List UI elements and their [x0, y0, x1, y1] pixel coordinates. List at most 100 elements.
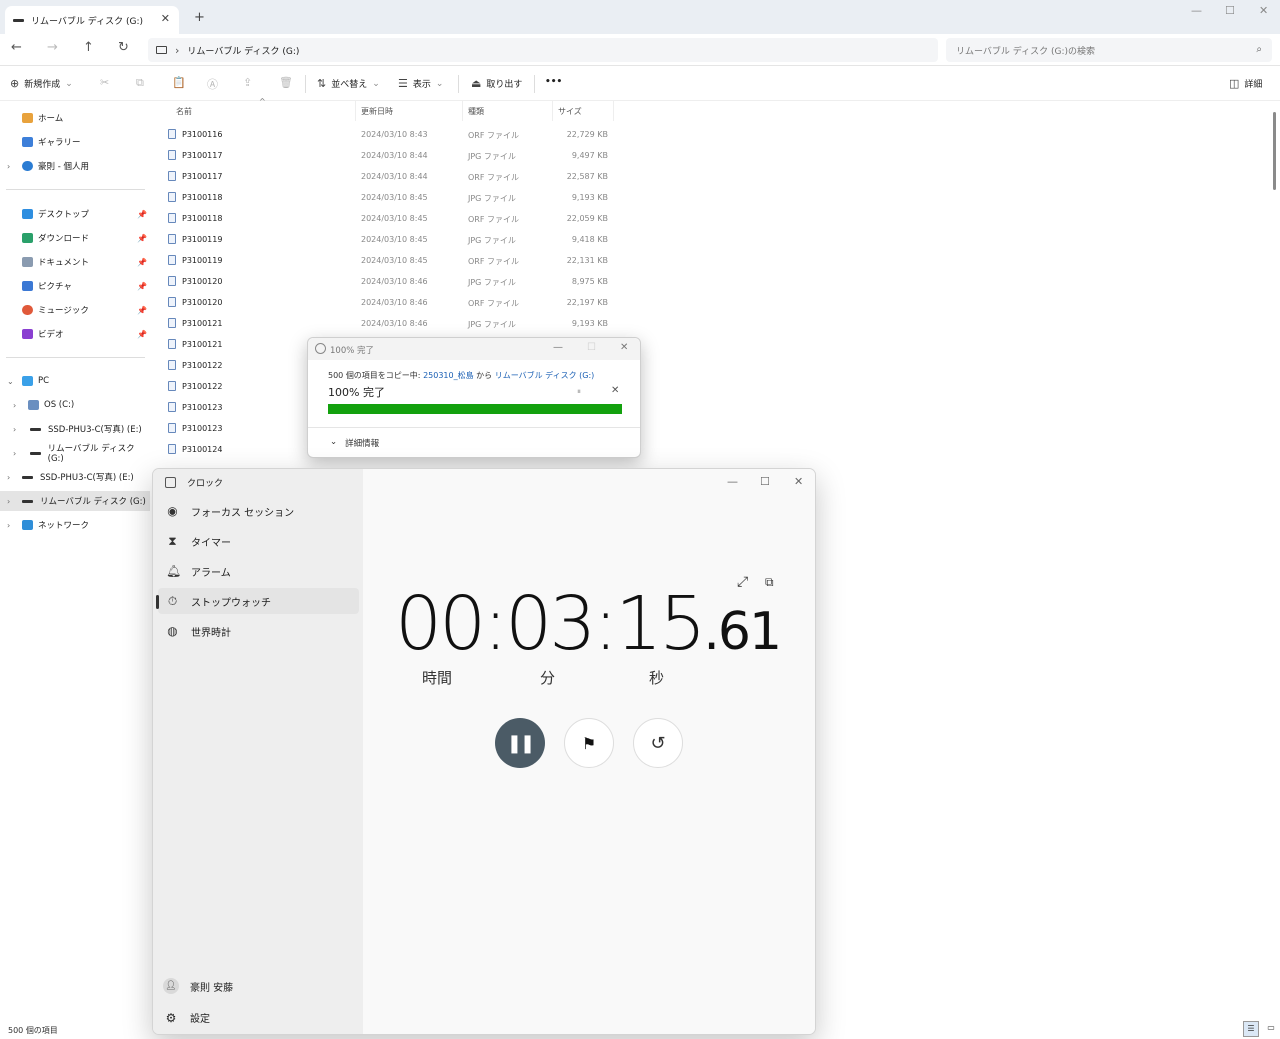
tab-close-icon[interactable]: ✕ — [161, 12, 170, 25]
message-mid: から — [473, 371, 495, 380]
chevron-right-icon[interactable]: › — [13, 401, 16, 410]
tiles-view-button[interactable]: ▭ — [1263, 1021, 1279, 1037]
copy-icon[interactable]: ⧉ — [136, 76, 144, 90]
cut-icon[interactable]: ✂ — [100, 76, 109, 89]
vertical-scrollbar[interactable] — [1273, 112, 1276, 190]
address-field[interactable]: › リムーバブル ディスク (G:) — [148, 38, 938, 62]
view-button[interactable]: ☰ 表示 ⌄ — [398, 77, 443, 90]
file-row[interactable]: P3100116 2024/03/10 8:43 ORF ファイル 22,729 KB — [160, 124, 616, 145]
pause-button[interactable]: ❚❚ — [495, 718, 545, 768]
file-row[interactable]: P3100117 2024/03/10 8:44 ORF ファイル 22,587 KB — [160, 166, 616, 187]
delete-icon[interactable]: 🗑 — [279, 76, 293, 89]
nav-focus-sessions[interactable]: ◉ フォーカス セッション — [158, 498, 359, 524]
sidebar-item-removable[interactable]: › リムーバブル ディスク (G:) — [0, 491, 150, 511]
sidebar-item-videos[interactable]: ビデオ 📌 — [0, 324, 150, 344]
nav-timer[interactable]: ⧗ タイマー — [158, 528, 359, 554]
sidebar-item-ssd[interactable]: › SSD-PHU3-C(写真) (E:) — [0, 467, 150, 487]
file-size: 22,587 KB — [566, 172, 608, 181]
explorer-tab[interactable]: リムーバブル ディスク (G:) ✕ — [5, 6, 179, 34]
destination-link[interactable]: リムーバブル ディスク (G:) — [495, 371, 595, 380]
user-account-button[interactable]: 👤︎ 豪則 安藤 — [163, 978, 233, 994]
file-name: P3100120 — [182, 277, 223, 286]
plus-circle-icon: ⊕ — [10, 77, 20, 90]
sort-button[interactable]: ⇅ 並べ替え ⌄ — [317, 77, 380, 90]
sidebar-item-pc[interactable]: ⌄ PC — [0, 371, 150, 391]
sidebar-item-desktop[interactable]: デスクトップ 📌 — [0, 204, 150, 224]
nav-alarm[interactable]: 🔔︎ アラーム — [158, 558, 359, 584]
sidebar-item-removable-sub[interactable]: › リムーバブル ディスク (G:) — [0, 443, 150, 464]
settings-button[interactable]: ⚙ 設定 — [163, 1010, 210, 1026]
sidebar-item-onedrive[interactable]: › 豪則 - 個人用 — [0, 156, 150, 176]
paste-icon[interactable]: 📋 — [172, 76, 186, 89]
pause-icon[interactable]: ⏸ — [577, 387, 581, 397]
share-icon[interactable]: ⇪ — [243, 76, 252, 89]
sidebar-label: ミュージック — [38, 306, 89, 316]
more-options-button[interactable]: ••• — [545, 77, 562, 87]
chevron-down-icon[interactable]: ⌄ — [7, 377, 14, 386]
sidebar-item-home[interactable]: ホーム — [0, 108, 150, 128]
search-placeholder: リムーバブル ディスク (G:)の検索 — [956, 46, 1096, 57]
rename-icon[interactable]: Ⓐ — [207, 76, 218, 92]
chevron-right-icon[interactable]: › — [7, 473, 10, 482]
nav-label: ストップウォッチ — [191, 597, 271, 609]
file-row[interactable]: P3100120 2024/03/10 8:46 JPG ファイル 8,975 KB — [160, 271, 616, 292]
sidebar-label: リムーバブル ディスク (G:) — [47, 444, 135, 464]
column-header-name[interactable]: 名前 — [172, 101, 356, 121]
back-arrow-icon[interactable]: ← — [11, 40, 22, 55]
sidebar-item-pictures[interactable]: ピクチャ 📌 — [0, 276, 150, 296]
sidebar-item-documents[interactable]: ドキュメント 📌 — [0, 252, 150, 272]
new-button[interactable]: ⊕ 新規作成 ⌄ — [10, 77, 73, 90]
file-icon — [168, 129, 176, 139]
breadcrumb-current[interactable]: リムーバブル ディスク (G:) — [187, 44, 299, 57]
sidebar-item-music[interactable]: ミュージック 📌 — [0, 300, 150, 320]
reset-button[interactable]: ↺ — [633, 718, 683, 768]
sidebar-item-downloads[interactable]: ダウンロード 📌 — [0, 228, 150, 248]
sidebar-item-network[interactable]: › ネットワーク — [0, 515, 150, 535]
forward-arrow-icon[interactable]: → — [47, 40, 58, 55]
chevron-right-icon[interactable]: › — [13, 425, 16, 434]
app-maximize-button[interactable]: ☐ — [760, 475, 770, 488]
chevron-right-icon[interactable]: › — [7, 162, 10, 171]
nav-stopwatch[interactable]: ⏱︎ ストップウォッチ — [158, 588, 359, 614]
progress-bar — [328, 404, 622, 414]
sidebar-item-ssd-sub[interactable]: › SSD-PHU3-C(写真) (E:) — [0, 419, 150, 439]
new-tab-button[interactable]: + — [194, 10, 205, 25]
file-row[interactable]: P3100119 2024/03/10 8:45 JPG ファイル 9,418 KB — [160, 229, 616, 250]
chevron-right-icon[interactable]: › — [7, 497, 10, 506]
file-row[interactable]: P3100121 2024/03/10 8:46 JPG ファイル 9,193 KB — [160, 313, 616, 334]
chevron-right-icon[interactable]: › — [7, 521, 10, 530]
chevron-right-icon[interactable]: › — [13, 449, 16, 458]
app-close-button[interactable]: ✕ — [794, 475, 803, 488]
file-row[interactable]: P3100120 2024/03/10 8:46 ORF ファイル 22,197 KB — [160, 292, 616, 313]
source-link[interactable]: 250310_松島 — [423, 371, 474, 380]
dialog-minimize-button[interactable]: — — [553, 342, 563, 353]
search-input[interactable]: リムーバブル ディスク (G:)の検索 ⌕ — [946, 38, 1272, 62]
column-header-type[interactable]: 種類 — [464, 101, 553, 121]
nav-world-clock[interactable]: ◍ 世界時計 — [158, 618, 359, 644]
sidebar-item-os-drive[interactable]: › OS (C:) — [0, 395, 150, 415]
file-row[interactable]: P3100119 2024/03/10 8:45 ORF ファイル 22,131 KB — [160, 250, 616, 271]
file-icon — [168, 381, 176, 391]
cancel-icon[interactable]: ✕ — [611, 385, 619, 396]
file-row[interactable]: P3100118 2024/03/10 8:45 ORF ファイル 22,059 KB — [160, 208, 616, 229]
column-header-modified[interactable]: 更新日時 — [357, 101, 463, 121]
close-button[interactable]: ✕ — [1259, 4, 1268, 17]
refresh-icon[interactable]: ↻ — [118, 40, 129, 55]
sidebar-label: ギャラリー — [38, 138, 81, 148]
file-row[interactable]: P3100118 2024/03/10 8:45 JPG ファイル 9,193 KB — [160, 187, 616, 208]
gear-icon: ⚙ — [165, 1010, 177, 1025]
up-arrow-icon[interactable]: ↑ — [83, 40, 94, 55]
eject-button[interactable]: ⏏ 取り出す — [471, 77, 522, 90]
more-details-toggle[interactable]: ⌄ 詳細情報 — [330, 437, 379, 449]
details-view-button[interactable]: ☰ — [1243, 1021, 1259, 1037]
lap-button[interactable]: ⚑ — [564, 718, 614, 768]
details-pane-button[interactable]: ◫ 詳細 — [1229, 77, 1262, 90]
maximize-button[interactable]: ☐ — [1225, 4, 1235, 17]
file-row[interactable]: P3100117 2024/03/10 8:44 JPG ファイル 9,497 KB — [160, 145, 616, 166]
app-minimize-button[interactable]: — — [727, 475, 738, 488]
sidebar-item-gallery[interactable]: ギャラリー — [0, 132, 150, 152]
column-header-size[interactable]: サイズ — [554, 101, 614, 121]
avatar: 👤︎ — [163, 978, 179, 994]
dialog-close-button[interactable]: ✕ — [620, 342, 628, 353]
minimize-button[interactable]: — — [1191, 4, 1202, 17]
